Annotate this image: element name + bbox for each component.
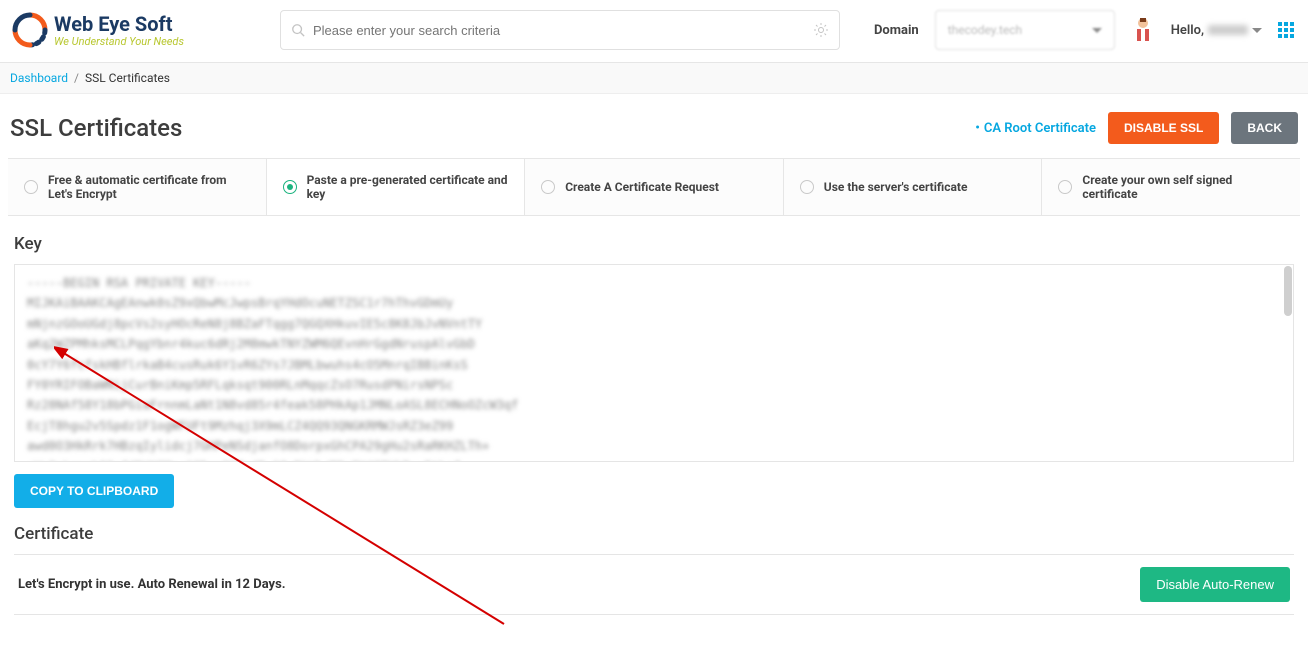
domain-select[interactable]: thecodey.tech [935, 10, 1115, 50]
key-line: FY0YRIFOBaWNijCurBniKmp5RFLqksqt900RLnMq… [27, 375, 1281, 395]
tab-label: Use the server's certificate [824, 180, 1026, 194]
ca-root-link[interactable]: •CA Root Certificate [975, 121, 1096, 136]
search-input[interactable] [313, 23, 813, 38]
tab-self-signed[interactable]: Create your own self signed certificate [1042, 159, 1300, 215]
logo[interactable]: Web Eye Soft We Understand Your Needs [12, 12, 184, 48]
key-line: 0cY7Y6fcfskHBflrkaB4cusRuk6Y1vR6ZYs7JBML… [27, 355, 1281, 375]
username-blurred [1208, 25, 1248, 35]
breadcrumb: Dashboard / SSL Certificates [0, 63, 1308, 94]
key-section: Key -----BEGIN RSA PRIVATE KEY----- MIJK… [0, 216, 1308, 518]
domain-label: Domain [874, 23, 919, 38]
page-title: SSL Certificates [10, 114, 182, 142]
avatar-icon[interactable] [1131, 16, 1155, 44]
tab-label: Create your own self signed certificate [1082, 173, 1284, 201]
key-line: MIJKAiBAAKCAgEAnwk0sZ9xQbwMcJwpsBrqYHdOc… [27, 293, 1281, 313]
key-line: mNjnzGOoUGdj8pcVs2syHOcReN8j8BZaFTqgg7QG… [27, 314, 1281, 334]
tab-label: Create A Certificate Request [565, 180, 767, 194]
search-field-wrap[interactable] [280, 10, 840, 50]
tab-create-csr[interactable]: Create A Certificate Request [525, 159, 784, 215]
back-button[interactable]: BACK [1231, 112, 1298, 144]
copy-clipboard-button[interactable]: COPY TO CLIPBOARD [14, 474, 174, 508]
domain-value: thecodey.tech [948, 23, 1022, 37]
ca-root-label: CA Root Certificate [984, 121, 1096, 136]
hello-user[interactable]: Hello, [1171, 23, 1262, 38]
breadcrumb-dashboard[interactable]: Dashboard [10, 71, 68, 85]
chevron-down-icon [1092, 28, 1102, 33]
key-line: +We3nkqmnbOQcf4DVKOMnq1QDsp36Tz4R+18uRkW… [27, 457, 1281, 462]
disable-ssl-button[interactable]: DISABLE SSL [1108, 112, 1219, 144]
key-line: aKq2WZPMhksMCLPqgYbnr4kuc6dRj2M8mwkTNYZW… [27, 334, 1281, 354]
disable-auto-renew-button[interactable]: Disable Auto-Renew [1140, 567, 1290, 602]
tab-label: Free & automatic certificate from Let's … [48, 173, 250, 201]
cert-renewal-note: Let's Encrypt in use. Auto Renewal in 12… [18, 577, 286, 592]
radio-icon [1058, 180, 1072, 194]
certificate-section: Certificate Let's Encrypt in use. Auto R… [0, 518, 1308, 625]
key-title: Key [14, 234, 1294, 254]
apps-grid-icon[interactable] [1278, 22, 1294, 38]
chevron-down-icon [1252, 28, 1262, 33]
topbar: Web Eye Soft We Understand Your Needs Do… [0, 0, 1308, 63]
breadcrumb-current: SSL Certificates [85, 71, 170, 85]
tab-server-cert[interactable]: Use the server's certificate [784, 159, 1043, 215]
search-icon [291, 23, 305, 37]
scrollbar[interactable] [1284, 266, 1292, 316]
radio-icon [800, 180, 814, 194]
key-textarea[interactable]: -----BEGIN RSA PRIVATE KEY----- MIJKAiBA… [14, 264, 1294, 462]
tab-paste-cert[interactable]: Paste a pre-generated certificate and ke… [267, 159, 526, 215]
radio-icon [541, 180, 555, 194]
key-line: Rz28NAf58Y18bPGiaFrnnmLaNt1N8vd85r4feak5… [27, 395, 1281, 415]
gear-icon[interactable] [813, 22, 829, 38]
certificate-title: Certificate [14, 524, 1294, 544]
key-line: EcjT8hgu2v5Spdz1F1ogWFUFt9Mzhqj3X9mLCZ4Q… [27, 416, 1281, 436]
hello-label: Hello, [1171, 23, 1204, 38]
tab-label: Paste a pre-generated certificate and ke… [307, 173, 509, 201]
tab-lets-encrypt[interactable]: Free & automatic certificate from Let's … [8, 159, 267, 215]
key-line: -----BEGIN RSA PRIVATE KEY----- [27, 273, 1281, 293]
radio-checked-icon [283, 180, 297, 194]
logo-tagline: We Understand Your Needs [54, 36, 184, 47]
logo-main-text: Web Eye Soft [54, 14, 184, 34]
key-line: awd0O3HkRrk7HBzqIylidcj7GHPeNSdjanfO8Dor… [27, 436, 1281, 456]
cert-type-tabs: Free & automatic certificate from Let's … [8, 158, 1300, 216]
breadcrumb-sep: / [74, 71, 82, 85]
page-head: SSL Certificates •CA Root Certificate DI… [0, 94, 1308, 158]
radio-icon [24, 180, 38, 194]
logo-swirl-icon [12, 12, 48, 48]
